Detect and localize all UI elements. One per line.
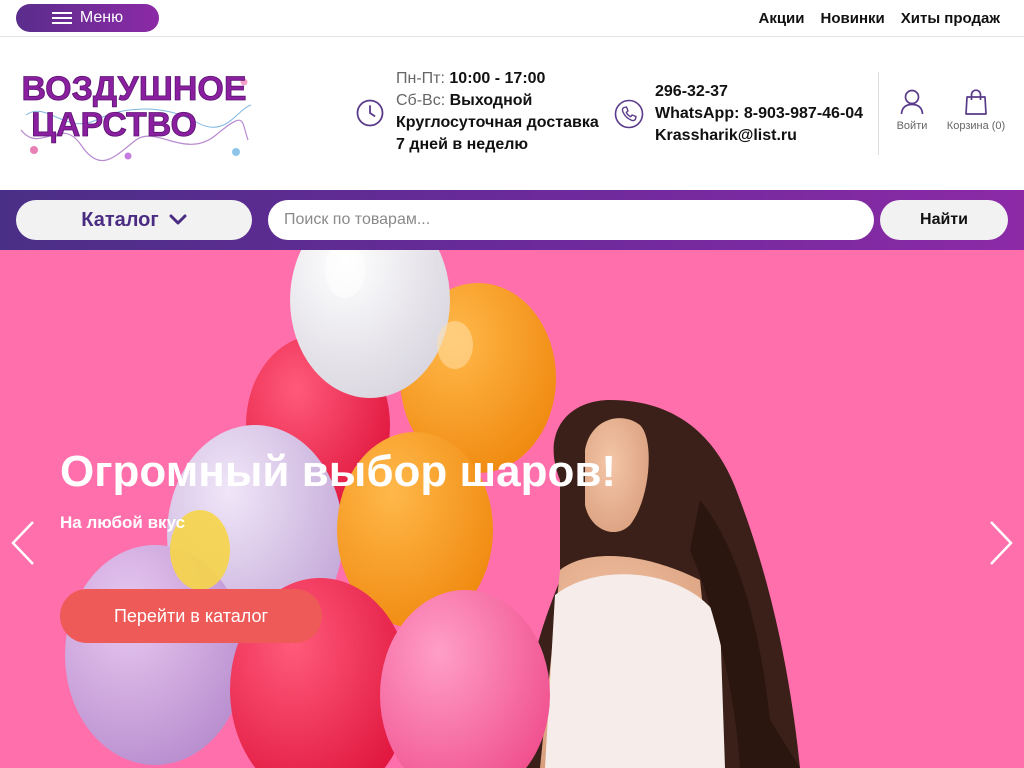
logo-line-2: ЦАРСТВО bbox=[31, 106, 197, 144]
weekday-label: Пн-Пт: bbox=[396, 70, 445, 87]
catalog-button[interactable]: Каталог bbox=[16, 200, 252, 240]
login-button[interactable]: Войти bbox=[882, 89, 942, 132]
logo-line-1: ВОЗДУШНОЕ bbox=[21, 70, 246, 108]
hero-image bbox=[0, 250, 1024, 768]
delivery-line-1: Круглосуточная доставка bbox=[396, 114, 599, 131]
search-input[interactable] bbox=[268, 200, 874, 240]
divider bbox=[878, 72, 879, 155]
catalog-label: Каталог bbox=[81, 208, 159, 231]
header: ВОЗДУШНОЕ ЦАРСТВО Пн-Пт: 10:00 - 17:00 С… bbox=[0, 37, 1024, 190]
weekend-hours: Выходной bbox=[449, 92, 533, 109]
chevron-left-icon[interactable] bbox=[8, 520, 38, 566]
menu-label: Меню bbox=[79, 9, 124, 26]
nav-link-bestsellers[interactable]: Хиты продаж bbox=[901, 10, 1000, 27]
cart-icon bbox=[965, 89, 987, 115]
weekend-label: Сб-Вс: bbox=[396, 92, 446, 109]
hero-title: Огромный выбор шаров! bbox=[60, 447, 617, 496]
nav-link-new[interactable]: Новинки bbox=[821, 10, 885, 27]
phone-number[interactable]: 296-32-37 bbox=[655, 81, 885, 103]
search-button[interactable]: Найти bbox=[880, 200, 1008, 240]
top-nav: Акции Новинки Хиты продаж bbox=[759, 10, 1001, 27]
cart-button[interactable]: Корзина (0) bbox=[941, 89, 1011, 132]
phone-icon bbox=[614, 99, 644, 129]
go-to-catalog-button[interactable]: Перейти в каталог bbox=[60, 589, 322, 643]
top-bar: Меню Акции Новинки Хиты продаж bbox=[0, 0, 1024, 37]
whatsapp-number[interactable]: WhatsApp: 8-903-987-46-04 bbox=[655, 103, 885, 125]
delivery-line-2: 7 дней в неделю bbox=[396, 136, 529, 153]
chevron-right-icon[interactable] bbox=[986, 520, 1016, 566]
user-icon bbox=[900, 89, 924, 115]
email-link[interactable]: Krassharik@list.ru bbox=[655, 125, 885, 147]
menu-button[interactable]: Меню bbox=[16, 4, 159, 32]
hero-subtitle: На любой вкус bbox=[60, 513, 186, 532]
weekday-hours: 10:00 - 17:00 bbox=[449, 70, 546, 87]
nav-link-sales[interactable]: Акции bbox=[759, 10, 805, 27]
hamburger-icon bbox=[51, 12, 72, 24]
clock-icon bbox=[356, 99, 384, 127]
chevron-down-icon bbox=[169, 214, 187, 225]
site-logo[interactable]: ВОЗДУШНОЕ ЦАРСТВО bbox=[16, 60, 252, 163]
cart-label: Корзина (0) bbox=[946, 120, 1006, 132]
search-bar: Каталог Найти bbox=[0, 190, 1024, 250]
hero-banner: Огромный выбор шаров! На любой вкус Пере… bbox=[0, 250, 1024, 768]
login-label: Войти bbox=[896, 120, 928, 132]
